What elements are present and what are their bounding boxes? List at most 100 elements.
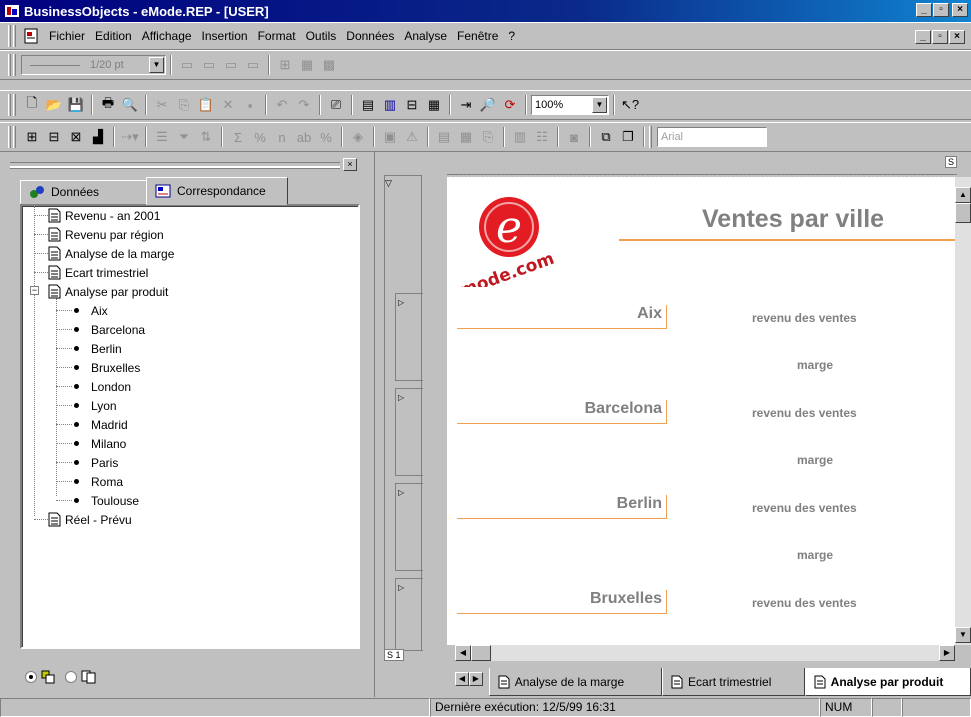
tab-next-icon[interactable]: ▶ [468, 672, 483, 686]
tree-item[interactable]: Analyse de la marge [48, 244, 174, 263]
city-cell[interactable]: Aix [457, 305, 667, 329]
new-document-icon[interactable]: 🗋 [21, 94, 43, 116]
vertical-scrollbar[interactable]: ▲ ▼ [955, 177, 971, 645]
formula-icon[interactable]: ▣ [379, 126, 401, 148]
scroll-down-icon[interactable]: ▼ [955, 627, 971, 643]
tree-item[interactable]: Ecart trimestriel [48, 263, 148, 282]
doc-minimize-button[interactable]: _ [915, 30, 931, 44]
save-icon[interactable]: 💾 [65, 94, 87, 116]
insert-crosstab-icon[interactable]: ⊠ [65, 126, 87, 148]
list-icon[interactable]: ☷ [531, 126, 553, 148]
calculation-icon[interactable]: n [271, 126, 293, 148]
pages-icon[interactable]: ❐ [617, 126, 639, 148]
maximize-button[interactable]: ▫ [933, 3, 949, 17]
report-document-icon[interactable] [23, 28, 39, 44]
tree-item[interactable]: Réel - Prévu [48, 510, 132, 529]
menu-help[interactable]: ? [508, 29, 515, 43]
border-bottom-icon[interactable]: ▭ [198, 54, 220, 76]
city-cell[interactable]: Barcelona [457, 400, 667, 424]
menu-outils[interactable]: Outils [306, 29, 337, 43]
city-cell[interactable]: Bruxelles [457, 590, 667, 614]
structure-icon[interactable]: ⎚ [325, 94, 347, 116]
tree-item-city[interactable]: London [74, 377, 131, 396]
delete-icon[interactable]: ✕ [217, 94, 239, 116]
sheet-tab[interactable]: Ecart trimestriel [662, 668, 805, 696]
panel-grip[interactable] [10, 166, 340, 169]
border-top-icon[interactable]: ▭ [176, 54, 198, 76]
map-icon[interactable]: ⧉ [595, 126, 617, 148]
tree-item-city[interactable]: Bruxelles [74, 358, 140, 377]
toolbar-grip[interactable] [8, 25, 11, 47]
undo-icon[interactable]: ↶ [271, 94, 293, 116]
tab-prev-icon[interactable]: ◀ [455, 672, 469, 686]
align-icon[interactable]: ☰ [151, 126, 173, 148]
menu-donnees[interactable]: Données [346, 29, 394, 43]
toolbar-grip[interactable] [649, 126, 652, 148]
view-mode-radio-1[interactable] [25, 671, 37, 683]
tree-item[interactable]: Analyse par produit [48, 282, 168, 301]
scroll-up-icon[interactable]: ▲ [955, 187, 971, 203]
revenue-label[interactable]: revenu des ventes [752, 501, 857, 515]
context-help-icon[interactable]: ↖? [619, 94, 641, 116]
section-marker[interactable]: ▷ [395, 483, 423, 571]
dropdown-arrow-icon[interactable]: ▼ [592, 97, 607, 113]
toolbar-grip[interactable] [8, 54, 11, 76]
sheet-tab-active[interactable]: Analyse par produit [804, 668, 971, 696]
border-inside-icon[interactable]: ▦ [296, 54, 318, 76]
find-icon[interactable]: 🔎 [477, 94, 499, 116]
revenue-label[interactable]: revenu des ventes [752, 596, 857, 610]
filter-icon[interactable]: ⏷ [173, 126, 195, 148]
scroll-right-icon[interactable]: ▶ [939, 645, 955, 661]
dropdown-arrow-icon[interactable]: ▼ [149, 57, 164, 73]
print-icon[interactable]: 🖶 [97, 94, 119, 116]
paste-icon[interactable]: 📋 [195, 94, 217, 116]
variable-icon[interactable]: ◈ [347, 126, 369, 148]
crosstab-icon[interactable]: ▦ [423, 94, 445, 116]
warning-icon[interactable]: ⚠ [401, 126, 423, 148]
toolbar-grip[interactable] [13, 25, 16, 47]
tree-item-city[interactable]: Roma [74, 472, 123, 491]
hscroll-thumb[interactable] [471, 645, 491, 661]
border-grid-icon[interactable]: ⊞ [274, 54, 296, 76]
horizontal-scrollbar[interactable]: ◀ ▶ [455, 645, 955, 661]
doc-restore-button[interactable]: ▫ [932, 30, 948, 44]
copy-format-icon[interactable]: ⎘ [477, 126, 499, 148]
doc-close-button[interactable]: × [949, 30, 965, 44]
section-marker[interactable]: ▷ [395, 578, 423, 651]
tree-item-city[interactable]: Barcelona [74, 320, 145, 339]
drill-icon[interactable]: ▥ [379, 94, 401, 116]
section-marker[interactable]: ▷ [395, 293, 423, 381]
grid-icon[interactable]: ▦ [455, 126, 477, 148]
sheet-tab[interactable]: Analyse de la marge [488, 668, 663, 696]
revenue-label[interactable]: revenu des ventes [752, 406, 857, 420]
toolbar-grip[interactable] [8, 126, 11, 148]
menu-fichier[interactable]: Fichier [49, 29, 85, 43]
slice-dice-icon[interactable]: ▤ [357, 94, 379, 116]
tree-item-city[interactable]: Berlin [74, 339, 122, 358]
bar-chart-icon[interactable]: ▥ [509, 126, 531, 148]
tree-item-city[interactable]: Lyon [74, 396, 117, 415]
menu-affichage[interactable]: Affichage [142, 29, 192, 43]
tree-item-city[interactable]: Aix [74, 301, 108, 320]
split-marker[interactable]: S [944, 156, 957, 168]
section-marker-icon[interactable]: ▽ [385, 178, 392, 189]
copy-icon[interactable]: ⎘ [173, 94, 195, 116]
view-mode-radio-2[interactable] [65, 671, 77, 683]
alerter-icon[interactable]: % [315, 126, 337, 148]
percent-icon[interactable]: % [249, 126, 271, 148]
sort-icon[interactable]: ⇅ [195, 126, 217, 148]
tab-donnees[interactable]: Données [20, 180, 148, 204]
scroll-thumb[interactable] [955, 203, 971, 223]
insert-table-icon[interactable]: ⊟ [43, 126, 65, 148]
format-painter-icon[interactable]: ▪ [239, 94, 261, 116]
border-right-icon[interactable]: ▭ [242, 54, 264, 76]
menu-insertion[interactable]: Insertion [202, 29, 248, 43]
toolbar-grip[interactable] [13, 94, 16, 116]
border-left-icon[interactable]: ▭ [220, 54, 242, 76]
table-icon[interactable]: ⊟ [401, 94, 423, 116]
menu-edition[interactable]: Edition [95, 29, 132, 43]
toolbar-grip[interactable] [13, 126, 16, 148]
tree-item-city[interactable]: Madrid [74, 415, 128, 434]
tree-item-city[interactable]: Paris [74, 453, 118, 472]
tree-item-city[interactable]: Milano [74, 434, 126, 453]
